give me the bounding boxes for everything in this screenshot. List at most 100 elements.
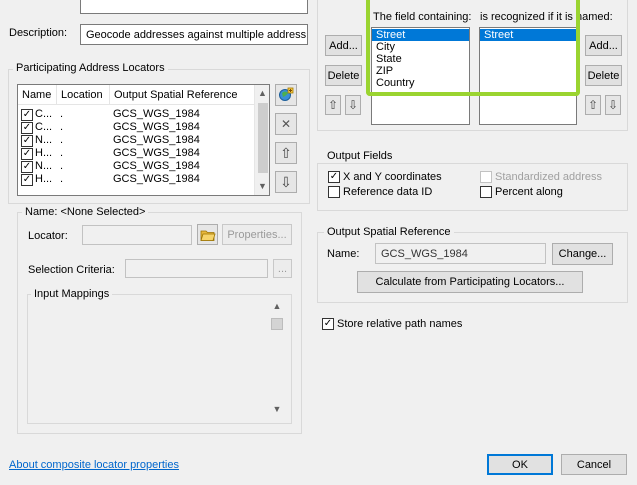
about-composite-locator-link[interactable]: About composite locator properties [9,459,179,471]
checkmark-icon: ✓ [22,108,32,120]
scroll-up-arrow-icon[interactable]: ▲ [255,88,269,98]
percent-along-option[interactable]: Percent along [480,186,563,198]
output-spatial-reference-title: Output Spatial Reference [324,226,454,238]
locator-sr-cell: GCS_WGS_1984 [113,134,200,146]
locator-row-checkbox[interactable]: ✓ [21,147,33,160]
add-locator-icon [279,87,294,101]
table-row[interactable]: ✓ C.... GCS_WGS_1984 [18,121,255,134]
locators-table-header: Name Location Output Spatial Reference [18,85,255,105]
selection-criteria-field[interactable] [125,259,268,278]
xy-coordinates-label: X and Y coordinates [343,171,442,183]
locators-table[interactable]: Name Location Output Spatial Reference ✓… [17,84,270,196]
spatial-reference-name-field[interactable]: GCS_WGS_1984 [375,243,546,264]
checkmark-icon: ✓ [22,147,32,159]
up-arrow-icon: ⇧ [587,98,599,112]
calculate-from-locators-button[interactable]: Calculate from Participating Locators... [357,271,583,293]
browse-locator-button[interactable] [197,224,218,245]
locator-sr-cell: GCS_WGS_1984 [113,160,200,172]
up-arrow-icon: ⇧ [327,98,339,112]
locator-row-checkbox[interactable]: ✓ [21,134,33,147]
column-header-location[interactable]: Location [57,85,110,105]
move-locator-up-button[interactable]: ⇧ [275,142,297,164]
standardized-address-checkbox[interactable] [480,171,492,183]
reference-data-id-checkbox[interactable] [328,186,340,198]
description-label: Description: [9,27,68,39]
locator-name-cell: C... [35,108,53,120]
selection-criteria-browse-button[interactable]: ... [273,259,292,278]
up-arrow-icon: ⇧ [280,144,292,161]
locator-name-cell: N... [35,160,53,172]
table-row[interactable]: ✓ H.... GCS_WGS_1984 [18,147,255,160]
locator-row-checkbox[interactable]: ✓ [21,121,33,134]
folder-open-icon [199,230,216,241]
output-fields-title: Output Fields [324,150,396,162]
locator-location-cell: . [60,173,64,185]
standardized-address-option[interactable]: Standardized address [480,171,602,183]
xy-coordinates-option[interactable]: ✓ X and Y coordinates [328,171,442,183]
down-arrow-icon: ⇩ [607,98,619,112]
locator-path-field[interactable] [82,225,192,245]
spatial-reference-name-label: Name: [327,248,360,260]
down-arrow-icon: ⇩ [280,173,292,190]
add-field-button[interactable]: Add... [325,35,362,56]
scroll-up-arrow-icon[interactable]: ▲ [268,301,286,311]
reference-data-id-option[interactable]: Reference data ID [328,186,432,198]
description-field[interactable]: Geocode addresses against multiple addre… [80,24,308,45]
locator-row-checkbox[interactable]: ✓ [21,108,33,121]
input-mappings-scrollbar[interactable]: ▲ ▼ [268,298,286,418]
properties-button[interactable]: Properties... [222,224,292,245]
down-arrow-icon: ⇩ [347,98,359,112]
input-mappings-title: Input Mappings [31,288,113,300]
selection-criteria-label: Selection Criteria: [28,264,115,276]
locator-name-field-partial[interactable] [80,0,308,14]
percent-along-label: Percent along [495,186,563,198]
delete-field-button[interactable]: Delete [325,65,362,86]
scroll-thumb[interactable] [271,318,283,330]
percent-along-checkbox[interactable] [480,186,492,198]
locator-sr-cell: GCS_WGS_1984 [113,173,200,185]
store-relative-paths-option[interactable]: ✓ Store relative path names [322,318,462,330]
description-value: Geocode addresses against multiple addre… [86,28,307,41]
scroll-down-arrow-icon[interactable]: ▼ [255,181,269,191]
field-move-down-button[interactable]: ⇩ [345,95,361,115]
store-relative-paths-checkbox[interactable]: ✓ [322,318,334,330]
input-mappings-group [27,294,292,424]
add-locator-button[interactable] [275,84,297,106]
checkmark-icon: ✓ [329,171,339,182]
table-row[interactable]: ✓ N.... GCS_WGS_1984 [18,160,255,173]
table-row[interactable]: ✓ N.... GCS_WGS_1984 [18,134,255,147]
move-locator-down-button[interactable]: ⇩ [275,171,297,193]
delete-name-button[interactable]: Delete [585,65,622,86]
ok-button[interactable]: OK [487,454,553,475]
locator-location-cell: . [60,121,64,133]
change-spatial-reference-button[interactable]: Change... [552,243,613,265]
checkmark-icon: ✓ [22,160,32,172]
standardized-address-label: Standardized address [495,171,603,183]
cancel-button[interactable]: Cancel [561,454,627,475]
locators-table-body: ✓ C.... GCS_WGS_1984 ✓ C.... GCS_WGS_1984 ✓ N..… [18,108,255,186]
locator-sr-cell: GCS_WGS_1984 [113,108,200,120]
locator-row-checkbox[interactable]: ✓ [21,173,33,186]
locator-location-cell: . [60,160,64,172]
column-header-name[interactable]: Name [18,85,57,105]
store-relative-paths-label: Store relative path names [337,318,463,330]
scroll-down-arrow-icon[interactable]: ▼ [268,404,286,414]
locators-table-scrollbar[interactable]: ▲ ▼ [254,85,269,195]
remove-locator-button[interactable]: ✕ [275,113,297,135]
locator-name-cell: H... [35,147,53,159]
name-move-down-button[interactable]: ⇩ [605,95,621,115]
scroll-thumb[interactable] [258,103,268,173]
locator-name-cell: H... [35,173,53,185]
locator-row-checkbox[interactable]: ✓ [21,160,33,173]
spatial-reference-name-value: GCS_WGS_1984 [381,247,468,260]
table-row[interactable]: ✓ C.... GCS_WGS_1984 [18,108,255,121]
checkmark-icon: ✓ [22,173,32,185]
xy-coordinates-checkbox[interactable]: ✓ [328,171,340,183]
locator-sr-cell: GCS_WGS_1984 [113,147,200,159]
add-name-button[interactable]: Add... [585,35,622,56]
field-move-up-button[interactable]: ⇧ [325,95,341,115]
column-header-spatial-reference[interactable]: Output Spatial Reference [110,85,255,105]
table-row[interactable]: ✓ H.... GCS_WGS_1984 [18,173,255,186]
name-move-up-button[interactable]: ⇧ [585,95,601,115]
locator-detail-title: Name: <None Selected> [22,206,149,218]
